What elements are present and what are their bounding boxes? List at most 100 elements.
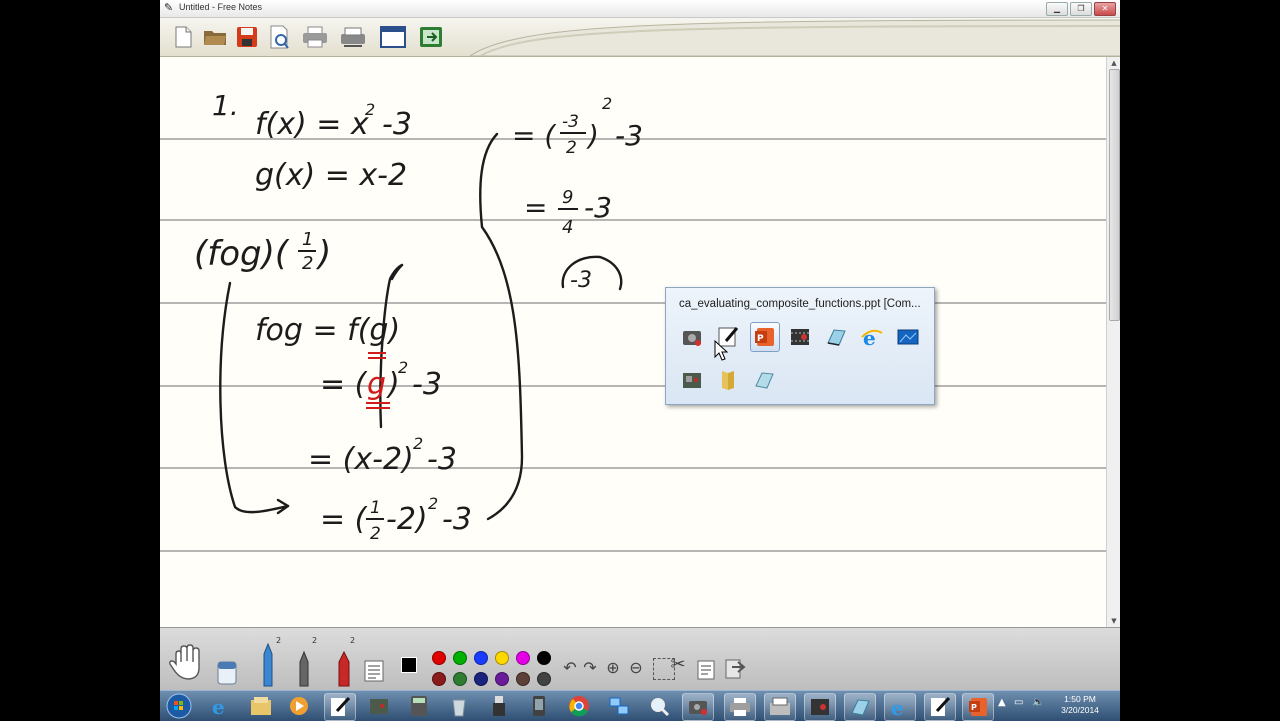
popup-app-camstudio[interactable] [678,323,706,351]
taskbar-fax[interactable] [764,693,796,721]
print-button[interactable] [302,24,328,50]
popup-app-desktop[interactable] [894,323,922,351]
undo-button[interactable]: ↶ [560,658,580,678]
save-button[interactable] [234,24,260,50]
taskbar-recorder[interactable] [364,693,394,719]
color-magenta[interactable] [516,651,530,665]
taskbar-internet-explorer[interactable]: e [206,693,236,719]
color-dark-green[interactable] [453,672,467,686]
pen-icon [263,642,273,687]
window-title: Untitled - Free Notes [179,2,263,12]
scroll-up-arrow[interactable]: ▲ [1107,57,1120,69]
export-button[interactable] [418,24,444,50]
svg-text:e: e [212,695,225,717]
notes-line-8a: = [524,191,547,224]
zoom-out-button[interactable]: ⊖ [626,658,646,678]
taskbar-powerpoint[interactable]: P [962,693,994,721]
minimize-button[interactable]: ▁ [1046,2,1068,16]
taskbar-internet-explorer-2[interactable]: e [884,693,916,721]
system-clock[interactable]: 1:50 PM 3/20/2014 [1050,694,1110,716]
taskbar-free-notes[interactable] [324,693,356,721]
taskbar-chrome[interactable] [564,693,594,719]
maximize-button[interactable]: ❐ [1070,2,1092,16]
popup-app-folder[interactable] [714,366,742,394]
color-brown[interactable] [516,672,530,686]
taskbar-phone[interactable] [524,693,554,719]
volume-tray-icon[interactable]: 🔈 [1032,697,1044,708]
popup-app-notepad[interactable] [822,323,850,351]
notes-line-7a: = ( [512,119,556,152]
color-dark-blue[interactable] [474,672,488,686]
hand-tool-button[interactable] [168,642,208,682]
black-fill-button[interactable] [401,657,417,673]
vertical-scrollbar[interactable]: ▲ ▼ [1106,57,1120,627]
pencil-icon [299,650,309,687]
taskbar-thumbnail-popup[interactable]: ca_evaluating_composite_functions.ppt [C… [665,287,935,405]
popup-app-internet-explorer[interactable]: e [858,323,886,351]
zoom-in-icon: ⊕ [606,658,620,677]
color-red[interactable] [432,651,446,665]
toolbar-decoration [469,19,1120,56]
popup-app-video-editor[interactable] [786,323,814,351]
paste-button[interactable] [697,658,715,680]
fax-icon [770,697,790,715]
scroll-thumb[interactable] [1109,69,1120,321]
taskbar-camstudio[interactable] [682,693,714,721]
powerpoint-icon: P [969,698,987,716]
color-black[interactable] [537,651,551,665]
scan-button[interactable] [340,24,366,50]
notes-line-4g: g [367,367,386,402]
window-view-button[interactable] [380,24,406,50]
zoom-in-button[interactable]: ⊕ [603,658,623,678]
show-hidden-icons-arrow[interactable]: ▲ [998,697,1006,708]
notes-frac-half-b: 2 [302,253,313,274]
eraser-button[interactable] [214,658,240,688]
marker-button[interactable] [334,650,354,688]
note-canvas[interactable]: 1. f(x) = x 2 -3 g(x) = x-2 (fog)( 1 2 )… [160,57,1106,627]
color-purple[interactable] [495,672,509,686]
taskbar-printer[interactable] [724,693,756,721]
popup-app-recorder[interactable] [678,366,706,394]
color-blue[interactable] [474,651,488,665]
notes-line-0: f(x) = x [255,107,369,142]
powerpoint-icon: P [755,328,774,346]
color-dark-gray[interactable] [537,672,551,686]
notes-line-1: g(x) = x-2 [255,158,407,193]
notes-tail-7: -3 [615,119,643,152]
title-bar[interactable]: ✎ Untitled - Free Notes ▁ ❐ ✕ [160,0,1120,18]
taskbar-media-player[interactable] [284,693,314,719]
taskbar-calculator[interactable] [404,693,434,719]
start-button[interactable] [164,693,194,719]
taskbar-magnifier[interactable] [644,693,674,719]
taskbar-video-editor[interactable] [804,693,836,721]
pen-toolbar: 2 2 2 ↶ ↷ ⊕ ⊖ ✂ [160,627,1120,690]
lines-button[interactable] [364,660,384,682]
taskbar-recycle-bin[interactable] [444,693,474,719]
popup-app-notebook[interactable] [750,366,778,394]
open-button[interactable] [202,24,228,50]
page-button[interactable] [724,658,746,680]
popup-app-powerpoint[interactable]: P [750,322,780,352]
notepad-icon [827,329,846,346]
cut-button[interactable]: ✂ [668,654,688,678]
pen-button[interactable] [258,642,278,688]
color-dark-red[interactable] [432,672,446,686]
notes-exp-7: 2 [602,94,612,113]
taskbar-notepad[interactable] [844,693,876,721]
scroll-down-arrow[interactable]: ▼ [1107,615,1120,627]
print-preview-button[interactable] [266,24,292,50]
close-button[interactable]: ✕ [1094,2,1116,16]
color-green[interactable] [453,651,467,665]
redo-button[interactable]: ↷ [580,658,600,678]
notes-frac8-a: 9 [562,187,573,208]
usb-icon [493,696,505,716]
pencil-button[interactable] [294,650,314,688]
color-yellow[interactable] [495,651,509,665]
taskbar-usb[interactable] [484,693,514,719]
taskbar-free-notes-2[interactable] [924,693,956,721]
new-document-button[interactable] [170,24,196,50]
taskbar-file-explorer[interactable] [246,693,276,719]
taskbar-network[interactable] [604,693,634,719]
network-tray-icon[interactable]: ▭ [1014,697,1023,708]
free-notes-app-icon[interactable]: ✎ [164,2,176,14]
